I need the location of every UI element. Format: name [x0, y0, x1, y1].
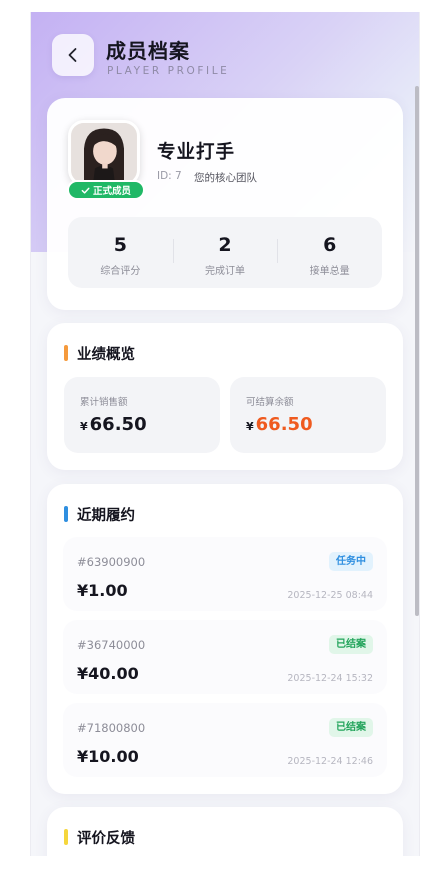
performance-card: 业绩概览 累计销售额 ¥66.50 可结算余额 ¥66.50 — [47, 323, 403, 470]
player-name: 专业打手 — [157, 142, 236, 163]
member-status-label: 正式成员 — [92, 186, 131, 197]
stat-label: 完成订单 — [205, 266, 245, 277]
back-button[interactable] — [52, 34, 94, 76]
order-item[interactable]: #36740000 ¥40.00 已结案 2025-12-24 15:32 — [63, 620, 387, 694]
order-id: #63900900 — [77, 555, 146, 569]
section-accent-bar — [64, 829, 68, 845]
total-sales-box: 累计销售额 ¥66.50 — [64, 377, 220, 453]
total-sales-label: 累计销售额 — [80, 397, 128, 408]
order-time: 2025-12-24 12:46 — [287, 756, 373, 767]
order-amount: ¥10.00 — [77, 747, 139, 766]
page-header: 成员档案 PLAYER PROFILE — [52, 34, 392, 77]
order-item[interactable]: #71800800 ¥10.00 已结案 2025-12-24 12:46 — [63, 703, 387, 777]
section-title: 近期履约 — [77, 507, 135, 524]
order-status-badge: 已结案 — [329, 718, 373, 737]
stat-value: 2 — [218, 234, 232, 256]
chevron-left-icon — [68, 48, 77, 62]
recent-orders-card: 近期履约 #63900900 ¥1.00 任务中 2025-12-25 08:4… — [47, 484, 403, 794]
stat-completed-orders: 2 完成订单 — [172, 217, 278, 288]
order-amount: ¥1.00 — [77, 581, 128, 600]
page-title: 成员档案 — [106, 39, 190, 63]
stat-value: 6 — [323, 234, 337, 256]
reviews-card: 评价反馈 — [47, 807, 403, 856]
player-id: ID: 7 — [157, 170, 182, 182]
section-title: 业绩概览 — [77, 346, 135, 363]
reviews-section-header: 评价反馈 — [64, 828, 135, 847]
profile-card: 正式成员 专业打手 ID: 7 您的核心团队 5 综合评分 2 完成订单 6 接… — [47, 98, 403, 310]
stat-label: 综合评分 — [100, 266, 141, 277]
check-icon — [81, 187, 90, 194]
section-accent-bar — [64, 345, 68, 361]
stat-rating: 5 综合评分 — [68, 217, 173, 288]
order-status-badge: 任务中 — [329, 552, 373, 571]
balance-amount: ¥66.50 — [246, 414, 313, 435]
balance-label: 可结算余额 — [246, 397, 294, 408]
currency-symbol: ¥ — [80, 420, 88, 433]
page-subtitle: PLAYER PROFILE — [107, 65, 230, 77]
section-accent-bar — [64, 506, 68, 522]
order-status-badge: 已结案 — [329, 635, 373, 654]
orders-section-header: 近期履约 — [64, 505, 135, 524]
total-sales-amount: ¥66.50 — [80, 414, 147, 435]
order-id: #71800800 — [77, 721, 146, 735]
player-team: 您的核心团队 — [194, 172, 257, 184]
stat-label: 接单总量 — [309, 266, 350, 277]
performance-section-header: 业绩概览 — [64, 344, 135, 363]
balance-value: 66.50 — [255, 414, 313, 435]
order-id: #36740000 — [77, 638, 146, 652]
avatar[interactable] — [68, 120, 140, 186]
section-title: 评价反馈 — [77, 830, 135, 847]
stat-total-orders: 6 接单总量 — [277, 217, 382, 288]
total-sales-value: 66.50 — [89, 414, 147, 435]
stats-panel: 5 综合评分 2 完成订单 6 接单总量 — [68, 217, 382, 288]
currency-symbol: ¥ — [246, 420, 254, 433]
order-time: 2025-12-24 15:32 — [287, 673, 373, 684]
app-screen: 成员档案 PLAYER PROFILE 正式成员 专业打手 ID: 7 您的核心… — [30, 12, 420, 856]
avatar-image — [71, 123, 137, 183]
scrollbar[interactable] — [415, 86, 419, 616]
order-time: 2025-12-25 08:44 — [287, 590, 373, 601]
stat-value: 5 — [113, 234, 127, 256]
member-status-badge: 正式成员 — [67, 180, 145, 200]
balance-box: 可结算余额 ¥66.50 — [230, 377, 386, 453]
order-item[interactable]: #63900900 ¥1.00 任务中 2025-12-25 08:44 — [63, 537, 387, 611]
order-amount: ¥40.00 — [77, 664, 139, 683]
